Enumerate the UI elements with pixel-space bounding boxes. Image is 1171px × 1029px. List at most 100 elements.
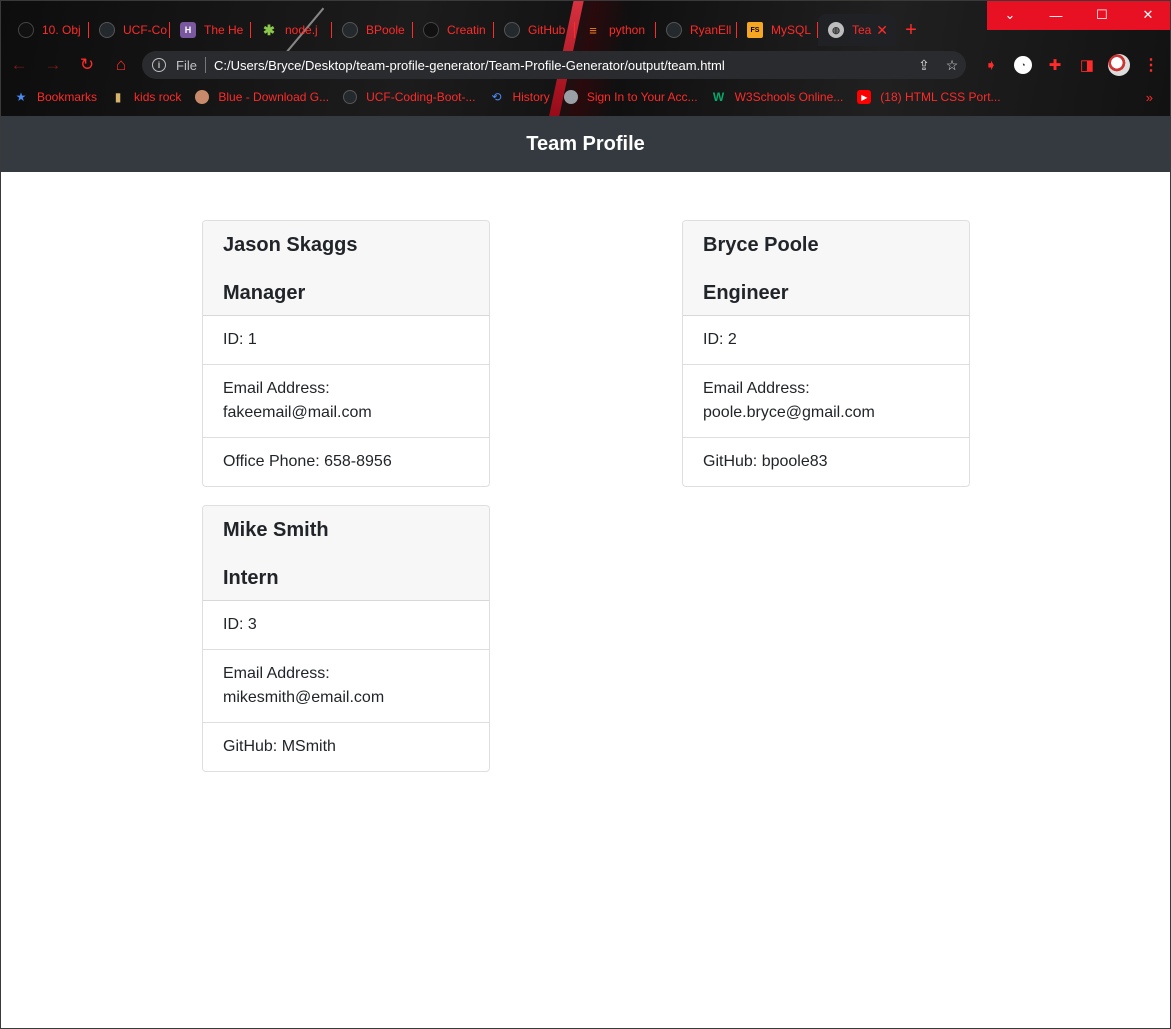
tab-creating[interactable]: Creatin [413, 14, 494, 46]
github-icon [99, 22, 115, 38]
employee-role: Engineer [703, 282, 789, 304]
tab-ucf-coding[interactable]: UCF-Co [89, 14, 170, 46]
share-icon[interactable]: ⇪ [910, 57, 938, 74]
node-icon: ✱ [263, 21, 275, 38]
email-label: Email Address: [223, 380, 330, 397]
bookmark-label: History [512, 90, 550, 104]
tab-title: Creatin [447, 23, 486, 37]
page-header: Team Profile [1, 116, 1170, 172]
employee-email-row: Email Address: poole.bryce@gmail.com [683, 365, 969, 438]
w3schools-icon: W [712, 90, 725, 104]
tab-objects[interactable]: 10. Obj [8, 14, 89, 46]
bookmark-label: Blue - Download G... [218, 90, 330, 104]
bookmark-label: Bookmarks [37, 90, 98, 104]
bookmark-item[interactable]: ▮ kids rock [111, 90, 182, 104]
tab-ryanell[interactable]: RyanEll [656, 14, 737, 46]
tab-heroku[interactable]: H The He [170, 14, 251, 46]
email-label: Email Address: [223, 665, 330, 682]
employee-email-row: Email Address: fakeemail@mail.com [203, 365, 489, 438]
bookmark-item[interactable]: ▶ (18) HTML CSS Port... [857, 90, 1001, 104]
card-header: Mike Smith Intern [203, 506, 489, 601]
address-bar[interactable]: i File C:/Users/Bryce/Desktop/team-profi… [142, 51, 966, 79]
tab-title: 10. Obj [42, 23, 81, 37]
heroku-icon: H [180, 22, 196, 38]
email-link[interactable]: poole.bryce@gmail.com [703, 404, 875, 421]
employee-card-engineer: Bryce Poole Engineer ID: 2 Email Address… [682, 220, 970, 487]
tab-title: MySQL [771, 23, 812, 37]
employee-role: Intern [223, 567, 279, 589]
bookmark-item[interactable]: W W3Schools Online... [712, 90, 844, 104]
tab-python[interactable]: ≡ python [575, 14, 656, 46]
employee-card-manager: Jason Skaggs Manager ID: 1 Email Address… [202, 220, 490, 487]
bookmark-label: W3Schools Online... [734, 90, 844, 104]
profile-avatar[interactable] [1103, 50, 1135, 80]
stackoverflow-icon: ≡ [589, 22, 597, 38]
tab-title: The He [204, 23, 244, 37]
tab-search-button[interactable]: ⌄ [987, 0, 1033, 30]
bookmark-label: kids rock [134, 90, 182, 104]
tab-title: GitHub [528, 23, 566, 37]
github-icon [342, 22, 358, 38]
maximize-button[interactable]: ☐ [1079, 0, 1125, 30]
folder-icon: ▮ [114, 90, 122, 104]
minimize-button[interactable]: — [1033, 0, 1079, 30]
new-tab-button[interactable]: + [896, 14, 926, 46]
bookmarks-overflow-button[interactable]: » [1146, 90, 1153, 105]
tab-bpoole[interactable]: BPoole [332, 14, 413, 46]
globe-icon [563, 90, 578, 104]
github-link[interactable]: GitHub: bpoole83 [683, 438, 969, 486]
tab-title: RyanEll [690, 23, 732, 37]
bookmark-item[interactable]: ★ Bookmarks [14, 90, 97, 104]
tab-title: Tea [852, 23, 872, 37]
browser-chrome: 10. Obj UCF-Co H The He ✱ node.j BPoole … [0, 0, 1171, 116]
extension-arrow-icon[interactable]: ➧ [975, 50, 1007, 80]
bookmark-label: UCF-Coding-Boot-... [366, 90, 476, 104]
email-label: Email Address: [703, 380, 810, 397]
extension-round-icon[interactable]: ◔ [1007, 50, 1039, 80]
history-icon: ⟲ [491, 90, 502, 104]
image-icon [195, 90, 210, 104]
info-icon[interactable]: i [152, 58, 166, 72]
forward-button[interactable]: → [38, 50, 68, 80]
home-button[interactable]: ⌂ [106, 50, 136, 80]
tab-favicon-icon [18, 22, 34, 38]
tab-team-active[interactable]: ◍ Tea ✕ [818, 14, 896, 46]
employee-name: Jason Skaggs [223, 234, 358, 256]
email-link[interactable]: mikesmith@email.com [223, 689, 384, 706]
youtube-icon: ▶ [857, 90, 872, 104]
tab-title: node.j [285, 23, 318, 37]
browser-toolbar: ← → ↻ ⌂ i File C:/Users/Bryce/Desktop/te… [0, 48, 1171, 82]
github-icon [343, 90, 358, 104]
window-controls: ⌄ — ☐ ✕ [987, 0, 1171, 30]
close-window-button[interactable]: ✕ [1125, 0, 1171, 30]
divider [204, 57, 206, 73]
employee-name: Bryce Poole [703, 234, 819, 256]
github-link[interactable]: GitHub: MSmith [203, 723, 489, 771]
bookmark-item[interactable]: UCF-Coding-Boot-... [343, 90, 475, 104]
tab-nodejs[interactable]: ✱ node.j [251, 14, 332, 46]
close-icon[interactable]: ✕ [876, 22, 888, 39]
page-title: Team Profile [526, 132, 645, 155]
menu-icon[interactable]: ⋮ [1135, 50, 1167, 80]
side-panel-icon[interactable]: ◨ [1071, 50, 1103, 80]
reload-button[interactable]: ↻ [72, 50, 102, 80]
back-button[interactable]: ← [4, 50, 34, 80]
tab-github[interactable]: GitHub [494, 14, 575, 46]
github-icon [504, 22, 520, 38]
tab-mysql[interactable]: FS MySQL [737, 14, 818, 46]
bookmark-item[interactable]: Sign In to Your Acc... [563, 90, 698, 104]
url-scheme: File [176, 57, 197, 73]
email-link[interactable]: fakeemail@mail.com [223, 404, 372, 421]
bookmark-star-icon[interactable]: ☆ [938, 57, 966, 74]
bookmark-item[interactable]: Blue - Download G... [195, 90, 329, 104]
url-text[interactable]: C:/Users/Bryce/Desktop/team-profile-gene… [214, 58, 910, 73]
tab-title: UCF-Co [123, 23, 167, 37]
bookmark-item[interactable]: ⟲ History [489, 90, 549, 104]
page-viewport: Team Profile Jason Skaggs Manager ID: 1 … [1, 116, 1170, 1028]
puzzle-icon[interactable]: ✚ [1039, 50, 1071, 80]
github-icon [423, 22, 439, 38]
employee-card-intern: Mike Smith Intern ID: 3 Email Address: m… [202, 505, 490, 772]
office-phone: Office Phone: 658-8956 [223, 453, 392, 470]
bookmarks-bar: ★ Bookmarks ▮ kids rock Blue - Download … [0, 86, 1171, 108]
employee-id: ID: 1 [203, 316, 489, 365]
